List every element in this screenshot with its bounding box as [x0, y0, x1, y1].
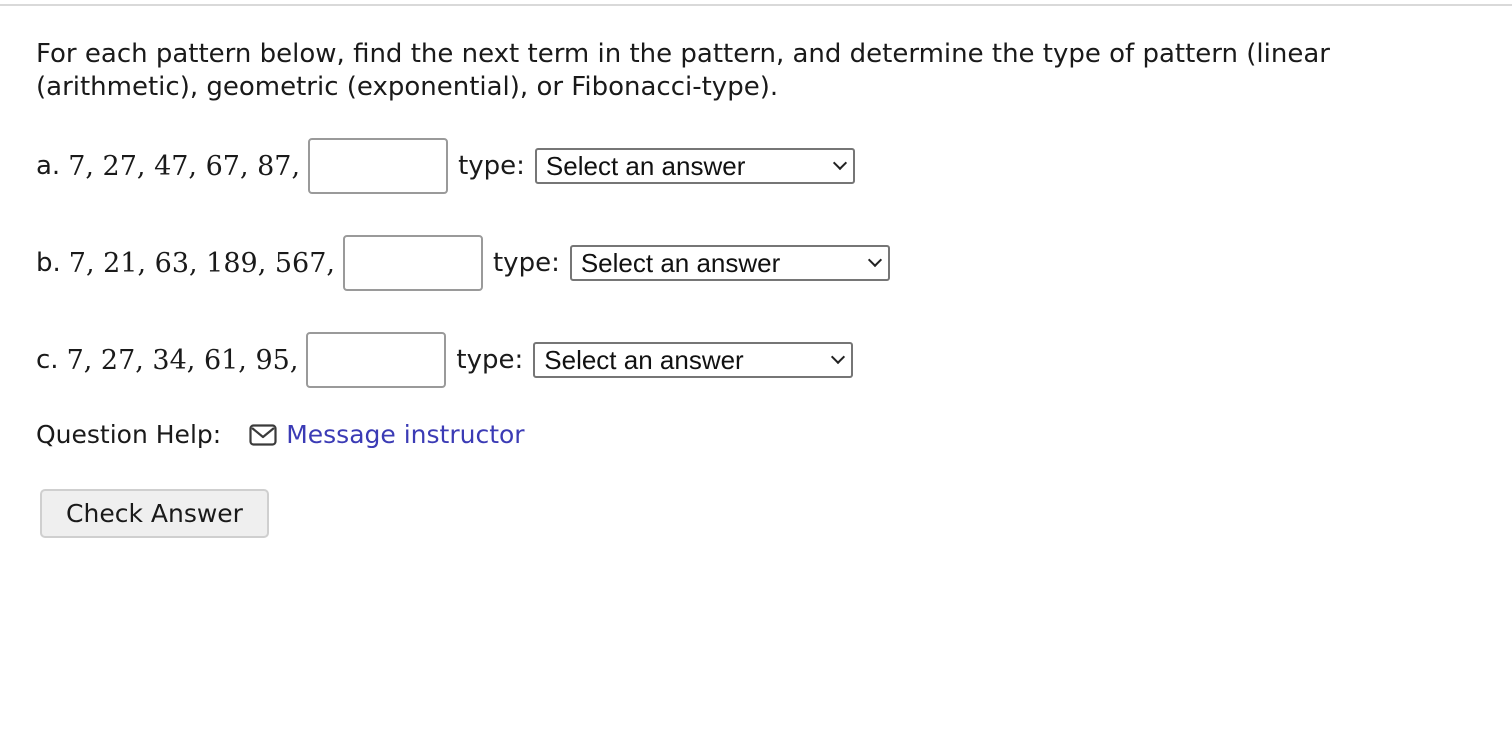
next-term-input-a[interactable] [308, 138, 449, 194]
pattern-row-c: c. 7, 27, 34, 61, 95, type: Select an an… [36, 332, 854, 388]
next-term-input-b[interactable] [342, 235, 483, 291]
pattern-type-select-b[interactable]: Select an answer [569, 245, 890, 281]
select-value: Select an answer [544, 344, 744, 375]
type-label: type: [458, 151, 525, 181]
top-divider [0, 4, 1512, 6]
pattern-label: c. [36, 345, 59, 375]
question-help: Question Help: Message instructor [36, 420, 525, 449]
question-prompt: For each pattern below, find the next te… [36, 39, 1330, 102]
select-value: Select an answer [580, 247, 781, 278]
pattern-sequence: 7, 21, 63, 189, 567, [68, 247, 335, 279]
message-instructor-link[interactable]: Message instructor [286, 420, 524, 449]
pattern-sequence: 7, 27, 47, 67, 87, [68, 150, 301, 182]
type-label: type: [456, 345, 524, 375]
pattern-type-select-c[interactable]: Select an answer [533, 342, 854, 378]
pattern-label: b. [36, 248, 61, 278]
pattern-row-a: a. 7, 27, 47, 67, 87, type: Select an an… [36, 138, 855, 194]
next-term-input-c[interactable] [306, 332, 447, 388]
pattern-sequence: 7, 27, 34, 61, 95, [66, 344, 299, 376]
mail-icon[interactable] [249, 423, 277, 446]
chevron-down-icon [831, 349, 846, 365]
chevron-down-icon [867, 252, 882, 268]
question-help-label: Question Help: [36, 420, 222, 449]
chevron-down-icon [832, 155, 847, 171]
check-answer-button[interactable]: Check Answer [40, 489, 269, 538]
pattern-row-b: b. 7, 21, 63, 189, 567, type: Select an … [36, 235, 890, 291]
pattern-label: a. [36, 151, 61, 181]
select-value: Select an answer [545, 150, 746, 181]
pattern-type-select-a[interactable]: Select an answer [534, 148, 855, 184]
type-label: type: [492, 248, 560, 278]
